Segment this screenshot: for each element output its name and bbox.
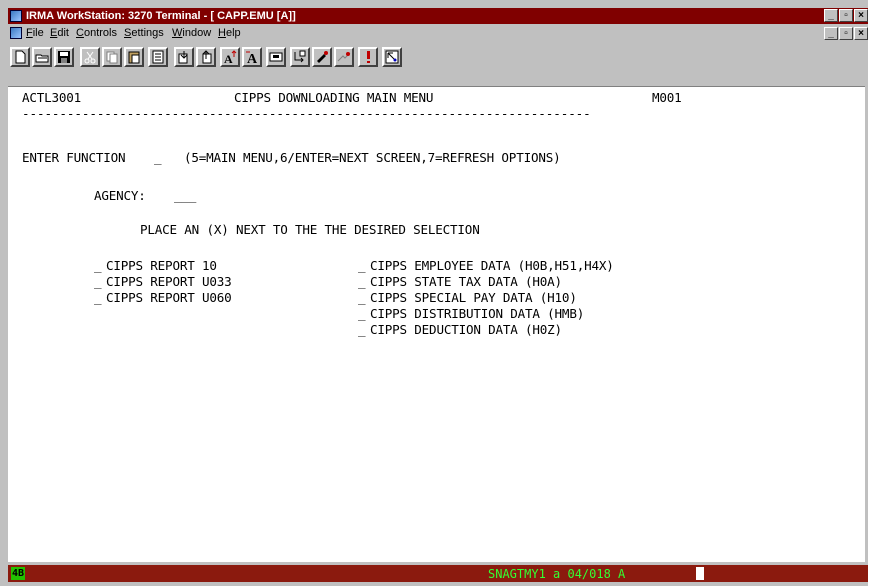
option-marker-right-2[interactable]: _ <box>358 275 366 289</box>
option-marker-right-4[interactable]: _ <box>358 307 366 321</box>
instruction-text: PLACE AN (X) NEXT TO THE THE DESIRED SEL… <box>140 222 480 237</box>
cut-icon[interactable] <box>80 47 100 67</box>
maximize-button[interactable]: ▫ <box>839 9 853 22</box>
option-marker-right-3[interactable]: _ <box>358 291 366 305</box>
map-id: M001 <box>652 90 682 105</box>
agency-input[interactable]: ___ <box>174 189 196 203</box>
menu-window[interactable]: Window <box>172 25 211 42</box>
separator-line: ----------------------------------------… <box>22 106 591 121</box>
print-icon[interactable] <box>148 47 168 67</box>
minimize-button[interactable]: _ <box>824 9 838 22</box>
menu-settings-label: ettings <box>131 27 164 39</box>
new-document-icon[interactable] <box>10 47 30 67</box>
window-controls: _ ▫ × <box>823 9 868 22</box>
menu-help[interactable]: Help <box>218 25 241 42</box>
toolbar: A A <box>8 44 868 72</box>
menu-help-label: elp <box>225 27 241 39</box>
option-label-left-1: CIPPS REPORT 10 <box>106 258 217 273</box>
keyboard-icon[interactable] <box>334 47 354 67</box>
menu-window-label: indow <box>182 27 212 39</box>
menu-edit[interactable]: Edit <box>50 25 69 42</box>
app-icon[interactable] <box>10 10 22 22</box>
status-indicator: 4B <box>11 567 25 580</box>
svg-text:A: A <box>247 52 258 65</box>
option-marker-left-1[interactable]: _ <box>94 259 102 273</box>
option-label-left-2: CIPPS REPORT U033 <box>106 274 232 289</box>
screen-title: CIPPS DOWNLOADING MAIN MENU <box>234 90 434 105</box>
document-controls: _ ▫ × <box>823 27 868 40</box>
doc-minimize-button[interactable]: _ <box>824 27 838 40</box>
option-label-left-3: CIPPS REPORT U060 <box>106 290 232 305</box>
doc-restore-button[interactable]: ▫ <box>839 27 853 40</box>
menu-controls-label: ontrols <box>83 27 117 39</box>
menu-file-label: ile <box>32 27 44 39</box>
screen-id: ACTL3001 <box>22 90 82 105</box>
menu-controls-accel: C <box>76 27 84 39</box>
macro-icon[interactable] <box>312 47 332 67</box>
cursor-icon[interactable] <box>382 47 402 67</box>
screen-icon[interactable] <box>266 47 286 67</box>
status-text: SNAGTMY1 a 04/018 A <box>488 567 626 581</box>
paste-icon[interactable] <box>124 47 144 67</box>
copy-icon[interactable] <box>102 47 122 67</box>
option-label-right-4: CIPPS DISTRIBUTION DATA (HMB) <box>370 306 585 321</box>
menu-help-accel: H <box>218 27 226 39</box>
font-down-icon[interactable]: A <box>242 47 262 67</box>
option-marker-left-2[interactable]: _ <box>94 275 102 289</box>
transfer-icon[interactable] <box>290 47 310 67</box>
cursor-block <box>696 567 704 580</box>
option-marker-right-1[interactable]: _ <box>358 259 366 273</box>
option-label-right-3: CIPPS SPECIAL PAY DATA (H10) <box>370 290 577 305</box>
menu-settings[interactable]: Settings <box>124 25 164 42</box>
send-file-icon[interactable] <box>196 47 216 67</box>
document-icon[interactable] <box>10 27 22 39</box>
menu-window-accel: W <box>172 27 183 39</box>
alert-icon[interactable] <box>358 47 378 67</box>
receive-file-icon[interactable] <box>174 47 194 67</box>
option-label-right-1: CIPPS EMPLOYEE DATA (H0B,H51,H4X) <box>370 258 614 273</box>
font-up-icon[interactable]: A <box>220 47 240 67</box>
terminal-screen[interactable]: ACTL3001 CIPPS DOWNLOADING MAIN MENU M00… <box>8 86 865 562</box>
menu-controls[interactable]: Controls <box>76 25 117 42</box>
window-title: IRMA WorkStation: 3270 Terminal - [ CAPP… <box>26 10 296 22</box>
option-label-right-5: CIPPS DEDUCTION DATA (H0Z) <box>370 322 562 337</box>
option-marker-right-5[interactable]: _ <box>358 323 366 337</box>
menu-bar: File Edit Controls Settings Window Help … <box>8 25 868 42</box>
close-button[interactable]: × <box>854 9 868 22</box>
option-marker-left-3[interactable]: _ <box>94 291 102 305</box>
menu-file-accel: F <box>26 27 33 39</box>
svg-text:A: A <box>224 52 233 65</box>
agency-label: AGENCY: <box>94 188 146 203</box>
open-folder-icon[interactable] <box>32 47 52 67</box>
terminal-window: IRMA WorkStation: 3270 Terminal - [ CAPP… <box>0 0 868 586</box>
doc-close-button[interactable]: × <box>854 27 868 40</box>
function-hint: (5=MAIN MENU,6/ENTER=NEXT SCREEN,7=REFRE… <box>184 150 561 165</box>
status-bar: 4B SNAGTMY1 a 04/018 A <box>8 565 868 582</box>
function-input[interactable]: _ <box>154 151 162 165</box>
menu-edit-label: dit <box>57 27 69 39</box>
title-bar[interactable]: IRMA WorkStation: 3270 Terminal - [ CAPP… <box>8 8 868 24</box>
option-label-right-2: CIPPS STATE TAX DATA (H0A) <box>370 274 562 289</box>
save-icon[interactable] <box>54 47 74 67</box>
function-label: ENTER FUNCTION <box>22 150 126 165</box>
menu-file[interactable]: File <box>26 25 44 42</box>
